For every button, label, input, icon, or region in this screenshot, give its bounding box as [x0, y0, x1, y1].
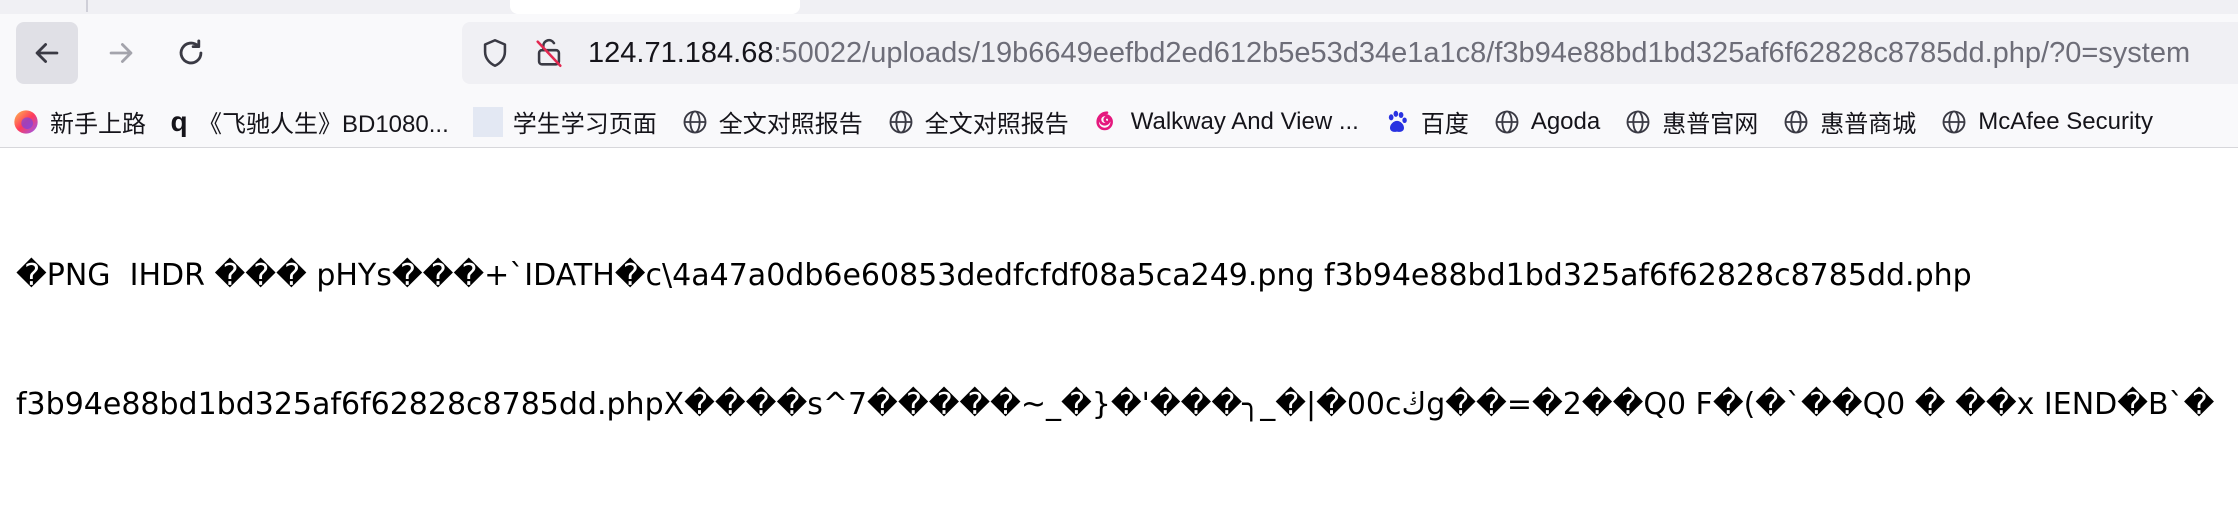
- insecure-lock-icon[interactable]: [532, 36, 566, 70]
- binary-output-line: �PNG IHDR ��� pHYs���+`IDATH�c\4a47a0db6…: [16, 258, 1972, 293]
- reload-button[interactable]: [160, 22, 222, 84]
- bookmark-agoda[interactable]: Agoda: [1481, 102, 1612, 142]
- tab-strip: [0, 0, 2238, 14]
- bookmark-label: 惠普商城: [1820, 111, 1917, 138]
- bookmark-walkway[interactable]: Walkway And View ...: [1081, 102, 1371, 142]
- bookmark-feichi[interactable]: q 《飞驰人生》BD1080...: [158, 102, 461, 142]
- back-button[interactable]: [16, 22, 78, 84]
- back-arrow-icon: [35, 43, 59, 63]
- tab-separator: [86, 0, 88, 12]
- bookmark-report-1[interactable]: 全文对照报告: [669, 102, 875, 142]
- forward-arrow-icon: [109, 43, 133, 63]
- active-tab[interactable]: [510, 0, 800, 14]
- bookmark-baidu[interactable]: 百度: [1371, 102, 1481, 142]
- bookmark-student[interactable]: 学生学习页面: [461, 102, 669, 142]
- bookmark-hp-store[interactable]: 惠普商城: [1770, 102, 1928, 142]
- binary-output-line: f3b94e88bd1bd325af6f62828c8785dd.phpX���…: [16, 387, 2215, 422]
- bookmark-report-2[interactable]: 全文对照报告: [875, 102, 1081, 142]
- url-host: 124.71.184.68: [588, 36, 774, 69]
- firefox-icon: [12, 108, 40, 136]
- bookmark-label: McAfee Security: [1978, 107, 2153, 135]
- globe-icon: [1782, 108, 1810, 136]
- bookmark-label: 新手上路: [50, 111, 146, 138]
- bookmark-hp-official[interactable]: 惠普官网: [1612, 102, 1770, 142]
- shield-icon[interactable]: [478, 36, 512, 70]
- bookmark-label: 《飞驰人生》BD1080...: [198, 111, 449, 138]
- bookmark-label: 百度: [1420, 111, 1469, 138]
- q-glyph-icon: q: [170, 105, 188, 137]
- forward-button[interactable]: [90, 22, 152, 84]
- swirl-icon: [1093, 108, 1121, 136]
- baidu-paw-icon: [1383, 108, 1411, 136]
- address-bar[interactable]: 124.71.184.68:50022/uploads/19b6649eefbd…: [462, 22, 2238, 84]
- globe-icon: [887, 108, 915, 136]
- url-path: :50022/uploads/19b6649eefbd2ed612b5e53d3…: [773, 36, 2191, 69]
- globe-icon: [681, 108, 709, 136]
- page-content: �PNG IHDR ��� pHYs���+`IDATH�c\4a47a0db6…: [16, 168, 2216, 469]
- bookmark-label: 全文对照报告: [924, 111, 1069, 138]
- globe-icon: [1624, 108, 1652, 136]
- blank-page-icon: [472, 106, 503, 137]
- navigation-toolbar: 124.71.184.68:50022/uploads/19b6649eefbd…: [0, 14, 2238, 104]
- bookmarks-toolbar: 新手上路 q 《飞驰人生》BD1080... 学生学习页面 全文对照报告 全文对…: [0, 96, 2238, 148]
- bookmark-xinshou[interactable]: 新手上路: [0, 102, 158, 142]
- bookmark-mcafee[interactable]: McAfee Security: [1928, 102, 2165, 142]
- bookmark-label: 惠普官网: [1662, 111, 1759, 138]
- globe-icon: [1940, 108, 1968, 136]
- bookmark-label: 全文对照报告: [718, 111, 863, 138]
- globe-icon: [1493, 108, 1521, 136]
- bookmark-label: Agoda: [1530, 107, 1601, 135]
- reload-icon: [179, 39, 203, 65]
- bookmark-label: 学生学习页面: [512, 111, 657, 138]
- url-text[interactable]: 124.71.184.68:50022/uploads/19b6649eefbd…: [588, 37, 2190, 70]
- bookmark-label: Walkway And View ...: [1130, 107, 1359, 135]
